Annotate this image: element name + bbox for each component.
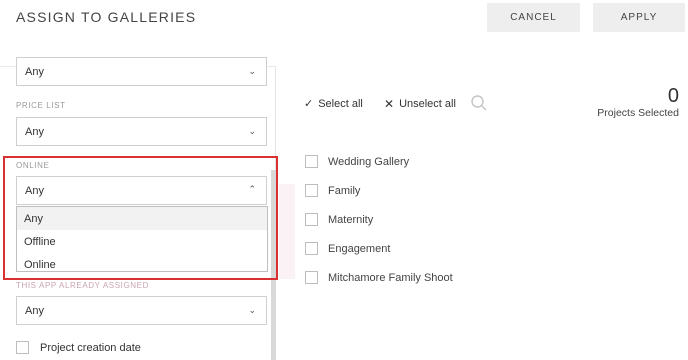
cancel-button[interactable]: CANCEL [487, 3, 580, 32]
close-icon: ✕ [384, 97, 395, 111]
gallery-checkbox[interactable] [305, 184, 318, 197]
chevron-down-icon: ⌄ [248, 126, 256, 136]
gallery-checkbox[interactable] [305, 271, 318, 284]
project-creation-date-checkbox[interactable] [16, 341, 29, 354]
first-filter-value: Any [25, 65, 44, 78]
gallery-label: Mitchamore Family Shoot [328, 271, 453, 284]
gallery-checkbox[interactable] [305, 242, 318, 255]
gallery-label: Wedding Gallery [328, 155, 410, 168]
highlight-box [3, 156, 278, 280]
gallery-item[interactable]: Wedding Gallery [305, 154, 409, 169]
select-all-label: Select all [318, 97, 363, 110]
apply-button[interactable]: APPLY [593, 3, 685, 32]
app-assigned-label: THIS APP ALREADY ASSIGNED [16, 281, 149, 290]
unselect-all-button[interactable]: ✕ Unselect all [384, 97, 456, 111]
price-list-value: Any [25, 125, 44, 138]
unselect-all-label: Unselect all [399, 98, 456, 110]
select-all-button[interactable]: ✓ Select all [304, 97, 363, 111]
gallery-item[interactable]: Family [305, 183, 360, 198]
gallery-checkbox[interactable] [305, 213, 318, 226]
gallery-item[interactable]: Maternity [305, 212, 373, 227]
search-icon[interactable] [470, 94, 488, 112]
project-creation-date-option[interactable]: Project creation date [16, 341, 141, 354]
first-filter-select[interactable]: Any ⌄ [16, 57, 267, 86]
price-list-select[interactable]: Any ⌄ [16, 117, 267, 146]
gallery-item[interactable]: Engagement [305, 241, 390, 256]
project-creation-date-label: Project creation date [40, 341, 141, 354]
checkmark-icon: ✓ [304, 98, 314, 110]
app-assigned-select[interactable]: Any ⌄ [16, 296, 267, 325]
gallery-checkbox[interactable] [305, 155, 318, 168]
chevron-down-icon: ⌄ [248, 305, 256, 315]
gallery-item[interactable]: Mitchamore Family Shoot [305, 270, 453, 285]
gallery-label: Maternity [328, 213, 374, 226]
selected-count-label: Projects Selected [597, 107, 679, 119]
gallery-label: Family [328, 184, 361, 197]
chevron-down-icon: ⌄ [248, 66, 256, 76]
selected-count: 0 [667, 85, 679, 107]
page-title: ASSIGN TO GALLERIES [16, 9, 197, 25]
price-list-label: PRICE LIST [16, 101, 66, 110]
gallery-label: Engagement [328, 242, 391, 255]
highlight-tint [279, 184, 295, 279]
app-assigned-value: Any [25, 304, 44, 317]
